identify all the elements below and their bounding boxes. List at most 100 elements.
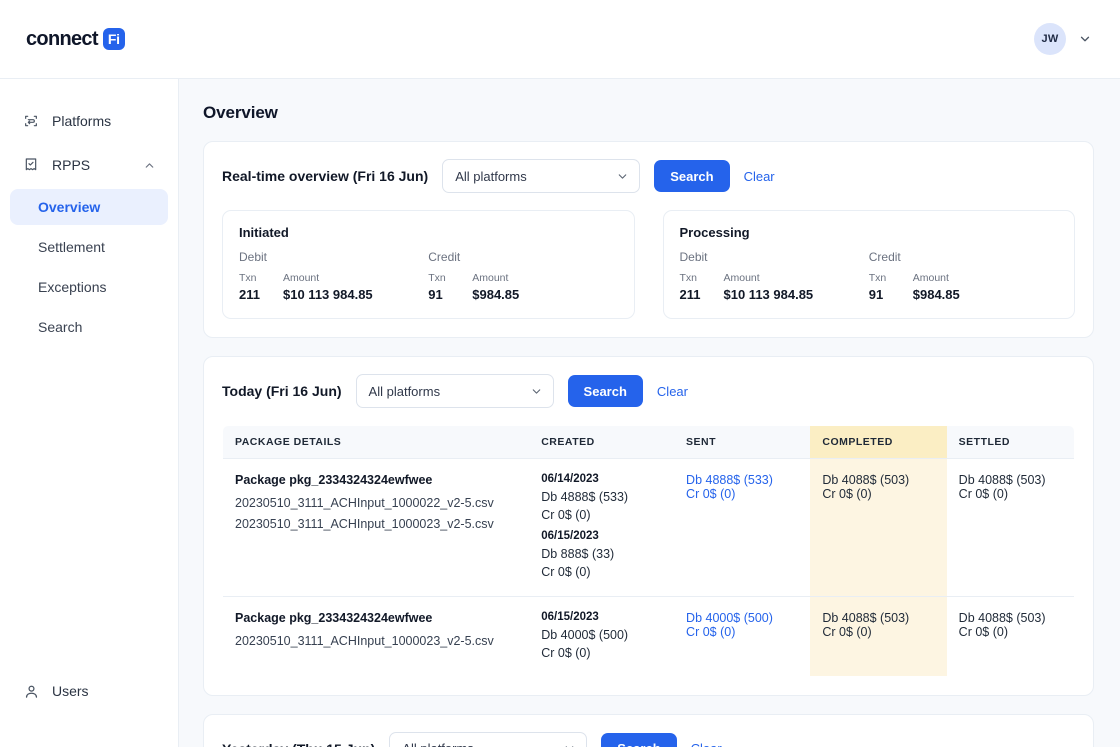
summary-credit-amount: Amount $984.85 (913, 272, 960, 302)
realtime-search-button[interactable]: Search (654, 160, 730, 192)
column-header-created[interactable]: CREATED (529, 425, 675, 459)
sidebar-item-search[interactable]: Search (10, 309, 168, 345)
summary-card-processing: Processing Debit Txn 211 Amount $10 113 … (662, 210, 1075, 319)
rpps-receipt-check-icon (22, 156, 40, 174)
completed-debit: Db 4088$ (503) (822, 610, 910, 625)
created-debit: Db 4000$ (500) (541, 627, 629, 642)
sidebar-item-settlement[interactable]: Settlement (10, 229, 168, 265)
top-bar: connect Fi JW (0, 0, 1120, 79)
today-platform-select-value: All platforms (368, 383, 441, 399)
sent-debit-link[interactable]: Db 4000$ (500) (686, 611, 798, 625)
today-platform-select[interactable]: All platforms (355, 374, 554, 408)
amount-value: $984.85 (912, 287, 960, 302)
amount-value: $10 113 984.85 (283, 287, 373, 302)
realtime-platform-select[interactable]: All platforms (442, 159, 641, 193)
summary-card-initiated: Initiated Debit Txn 211 Amount $10 113 9… (222, 210, 635, 319)
amount-label: Amount (723, 272, 760, 284)
body: Platforms RPPS Overview Settlement Excep… (0, 79, 1120, 747)
chevron-down-icon (530, 385, 543, 398)
created-date: 06/15/2023 (541, 530, 599, 543)
package-file: 20230510_3111_ACHInput_1000023_v2-5.csv (235, 517, 494, 531)
column-header-completed[interactable]: COMPLETED (810, 425, 947, 459)
sidebar-item-platforms[interactable]: Platforms (10, 101, 168, 141)
app-logo[interactable]: connect Fi (26, 28, 125, 51)
created-debit: Db 888$ (33) (541, 547, 615, 562)
created-credit: Cr 0$ (0) (541, 508, 591, 523)
sidebar-nav: Platforms RPPS Overview Settlement Excep… (0, 101, 178, 671)
cell-sent[interactable]: Db 4888$ (533) Cr 0$ (0) (674, 458, 811, 597)
today-table-head: PACKAGE DETAILS CREATED SENT COMPLETED S… (223, 425, 1074, 459)
column-header-settled[interactable]: SETTLED (946, 425, 1074, 459)
yesterday-platform-select-value: All platforms (402, 741, 474, 747)
platforms-icon (22, 112, 40, 130)
logo-wordmark: connect (26, 27, 98, 50)
user-menu[interactable]: JW (1034, 23, 1092, 55)
yesterday-filter-row: Yesterday (Thu 15 Jun) All platforms Sea… (204, 715, 1093, 747)
summary-card-title: Processing (679, 225, 750, 240)
column-header-sent[interactable]: SENT (674, 425, 811, 459)
created-credit: Cr 0$ (0) (541, 565, 591, 580)
sidebar-item-users[interactable]: Users (10, 671, 168, 711)
yesterday-platform-select[interactable]: All platforms (389, 731, 588, 747)
summary-debit-amount: Amount $10 113 984.85 (724, 272, 814, 302)
txn-value: 91 (868, 287, 884, 302)
created-credit: Cr 0$ (0) (541, 645, 591, 660)
summary-debit-label: Debit (679, 250, 708, 264)
realtime-clear-button[interactable]: Clear (744, 169, 775, 184)
sent-credit-link[interactable]: Cr 0$ (0) (686, 487, 798, 501)
table-row[interactable]: Package pkg_2334324324ewfwee 20230510_31… (223, 458, 1074, 597)
summary-cards: Initiated Debit Txn 211 Amount $10 113 9… (204, 210, 1093, 337)
yesterday-search-button[interactable]: Search (601, 732, 677, 747)
sidebar-item-label: Exceptions (38, 279, 107, 295)
cell-completed: Db 4088$ (503) Cr 0$ (0) (810, 596, 947, 676)
today-filter-row: Today (Fri 16 Jun) All platforms Search … (204, 357, 1093, 425)
sent-credit-link[interactable]: Cr 0$ (0) (686, 625, 798, 639)
cell-sent[interactable]: Db 4000$ (500) Cr 0$ (0) (674, 596, 810, 676)
sent-debit-link[interactable]: Db 4888$ (533) (686, 473, 798, 487)
sidebar-footer: Users (0, 671, 178, 747)
avatar[interactable]: JW (1034, 23, 1066, 55)
yesterday-title: Yesterday (Thu 15 Jun) (222, 741, 375, 747)
page-title: Overview (203, 103, 278, 122)
realtime-platform-select-value: All platforms (455, 168, 527, 184)
txn-label: Txn (428, 272, 446, 284)
completed-credit: Cr 0$ (0) (822, 624, 872, 639)
package-file: 20230510_3111_ACHInput_1000023_v2-5.csv (235, 633, 494, 648)
txn-value: 211 (239, 287, 260, 302)
sidebar-item-exceptions[interactable]: Exceptions (10, 269, 168, 305)
today-search-button[interactable]: Search (567, 375, 643, 407)
sidebar-item-rpps[interactable]: RPPS (10, 145, 168, 185)
settled-credit: Cr 0$ (0) (958, 624, 1008, 639)
summary-debit-label: Debit (239, 250, 268, 264)
realtime-overview-card: Real-time overview (Fri 16 Jun) All plat… (203, 141, 1094, 338)
user-icon (22, 682, 40, 700)
sidebar-item-label: Platforms (52, 113, 112, 129)
today-clear-button[interactable]: Clear (657, 384, 688, 399)
sidebar-item-label: Overview (38, 199, 101, 215)
summary-credit-amount: Amount $984.85 (472, 272, 519, 302)
sidebar: Platforms RPPS Overview Settlement Excep… (0, 79, 179, 747)
chevron-down-icon (616, 170, 629, 183)
chevron-down-icon[interactable] (1078, 32, 1092, 46)
column-header-package-details[interactable]: PACKAGE DETAILS (223, 425, 530, 459)
summary-debit-group: Debit Txn 211 Amount $10 113 984.85 (239, 250, 428, 302)
today-table: PACKAGE DETAILS CREATED SENT COMPLETED S… (222, 425, 1075, 677)
sidebar-item-label: Settlement (38, 239, 105, 255)
main-content: Overview Real-time overview (Fri 16 Jun)… (179, 79, 1120, 747)
summary-debit-group: Debit Txn 211 Amount $10 113 984.85 (680, 250, 869, 302)
table-row[interactable]: Package pkg_2334324324ewfwee 20230510_31… (223, 596, 1074, 676)
txn-label: Txn (868, 272, 887, 284)
chevron-up-icon[interactable] (143, 159, 156, 172)
amount-value: $984.85 (472, 287, 520, 302)
chevron-down-icon (563, 742, 576, 747)
cell-completed: Db 4088$ (503) Cr 0$ (0) (810, 458, 947, 597)
summary-credit-txn: Txn 91 (428, 272, 462, 302)
txn-label: Txn (239, 272, 257, 284)
sidebar-item-label: RPPS (52, 157, 91, 173)
created-group: 06/15/2023 Db 4000$ (500) Cr 0$ (0) (541, 611, 662, 662)
amount-label: Amount (283, 272, 320, 284)
amount-value: $10 113 984.85 (723, 287, 814, 302)
yesterday-clear-button[interactable]: Clear (691, 741, 722, 747)
sidebar-item-overview[interactable]: Overview (10, 189, 168, 225)
txn-value: 211 (679, 287, 701, 302)
